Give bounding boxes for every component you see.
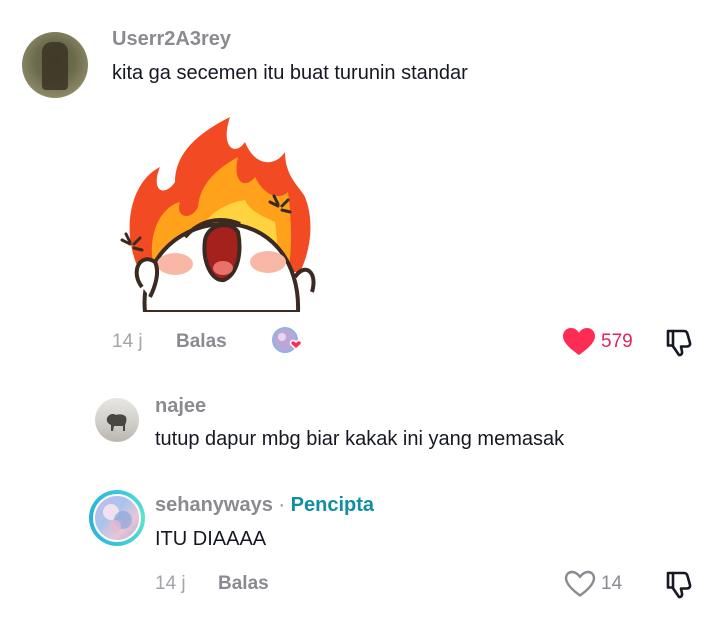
reply-button[interactable]: Balas: [218, 573, 269, 595]
creator-liked-avatar-icon: [272, 326, 306, 356]
like-heart-filled-icon[interactable]: [563, 328, 595, 356]
name-separator: ·: [278, 494, 286, 516]
reply-text: tutup dapur mbg biar kakak ini yang mema…: [155, 428, 565, 450]
dog-avatar-icon: [106, 414, 127, 431]
like-count: 579: [601, 331, 633, 352]
reply-username[interactable]: najee: [155, 395, 206, 418]
commenter-avatar[interactable]: [22, 32, 88, 98]
dislike-icon[interactable]: [664, 569, 696, 601]
comment-timestamp: 14 j: [112, 331, 143, 352]
dislike-icon[interactable]: [664, 327, 696, 359]
comment-text: kita ga secemen itu buat turunin standar: [112, 62, 468, 84]
creator-badge: Pencipta: [290, 494, 375, 516]
angry-fire-sticker: [120, 112, 320, 314]
reply-button[interactable]: Balas: [176, 331, 227, 353]
comment-username[interactable]: Userr2A3rey: [112, 28, 231, 51]
reply-username[interactable]: sehanyways: [155, 494, 273, 516]
reply-timestamp: 14 j: [155, 573, 186, 594]
creator-avatar[interactable]: [93, 494, 141, 542]
like-heart-outline-icon[interactable]: [564, 570, 596, 598]
creator-name-row: sehanyways · Pencipta: [155, 494, 374, 517]
like-count: 14: [601, 573, 623, 594]
reply-text: ITU DIAAAA: [155, 528, 267, 550]
reply-avatar[interactable]: [95, 398, 139, 442]
